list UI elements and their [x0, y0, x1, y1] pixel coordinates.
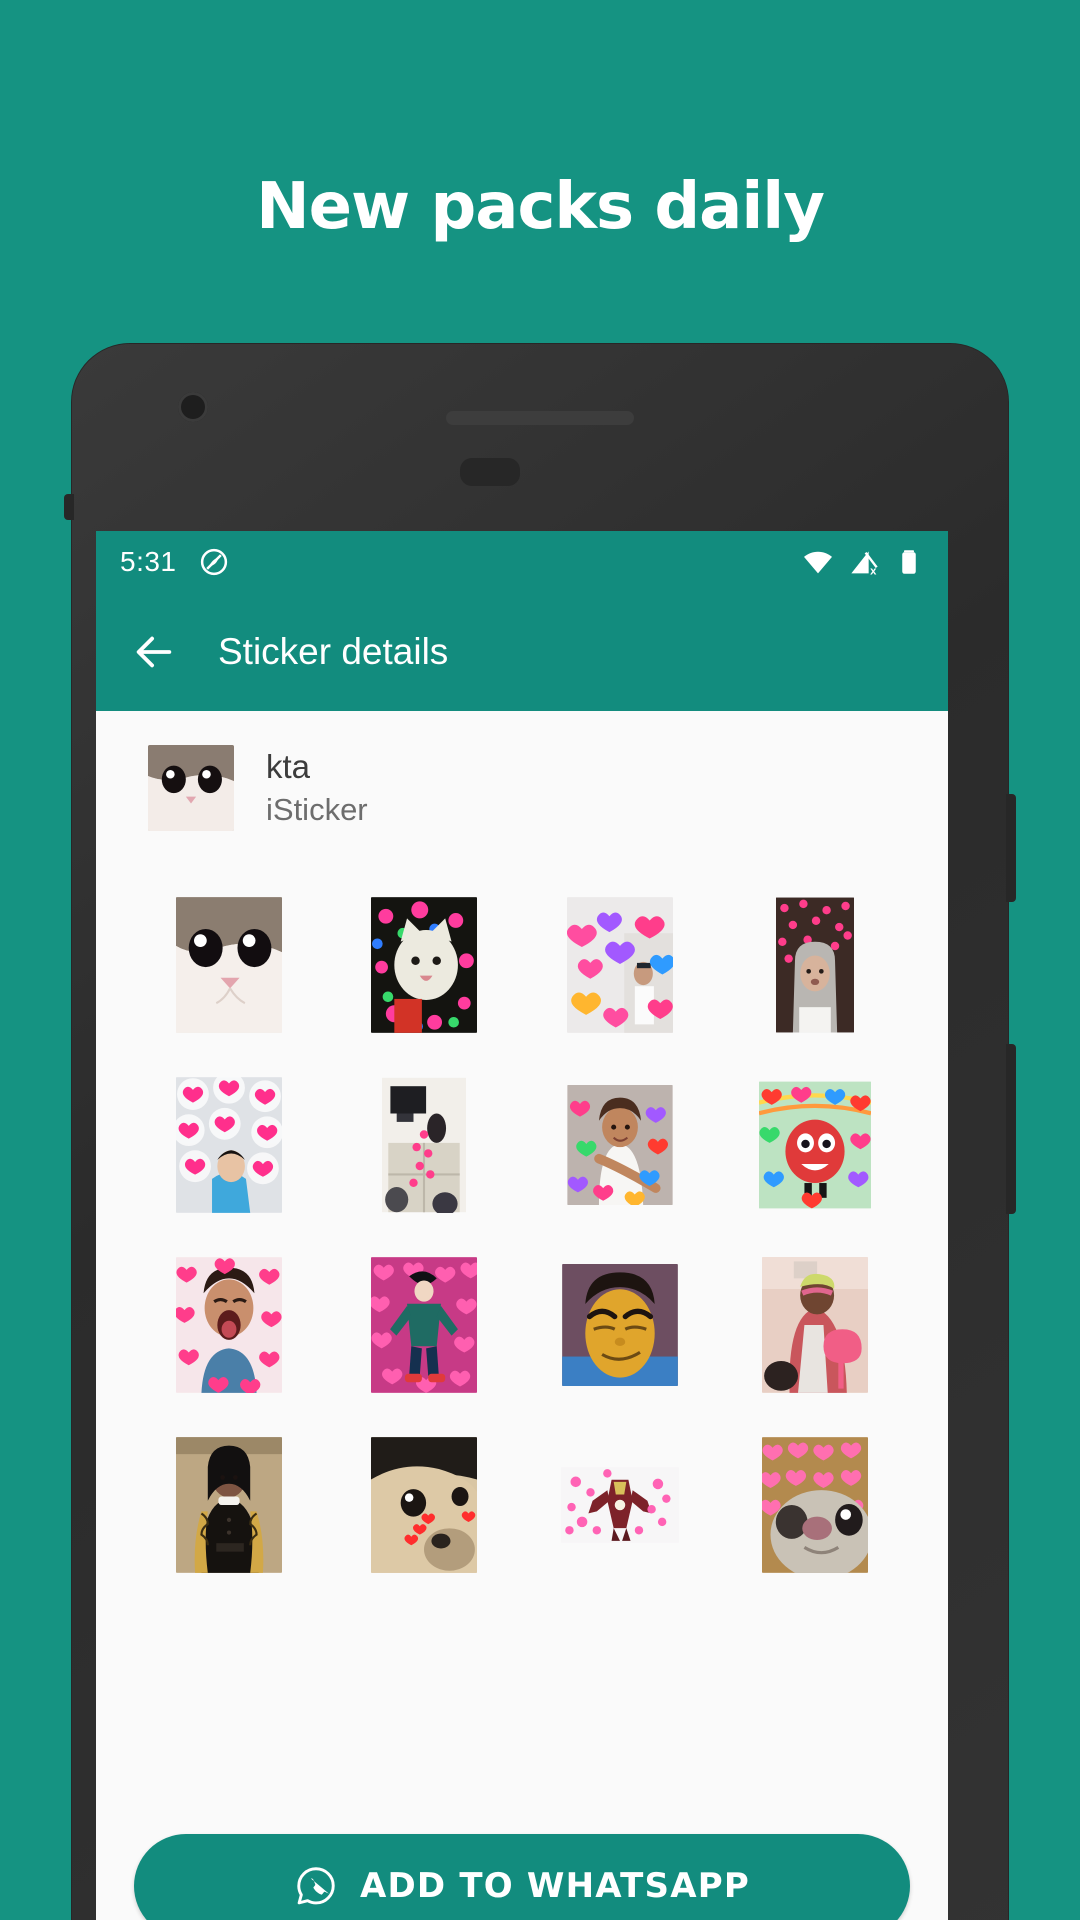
sticker-art-8	[759, 1081, 872, 1209]
sticker-art-6	[382, 1077, 467, 1213]
back-arrow-icon	[131, 629, 177, 675]
sticker-item[interactable]	[332, 1437, 518, 1573]
sticker-art-14	[371, 1437, 478, 1573]
sticker-art-9	[175, 1257, 282, 1393]
sticker-item[interactable]	[723, 1257, 909, 1393]
sticker-art-10	[371, 1257, 478, 1393]
sticker-item[interactable]	[723, 897, 909, 1033]
status-time: 5:31	[120, 546, 177, 577]
sticker-item[interactable]	[136, 897, 322, 1033]
sticker-item[interactable]	[527, 1077, 713, 1213]
volume-button[interactable]	[1006, 794, 1016, 902]
sticker-art-7	[567, 1085, 673, 1205]
cellular-off-icon: x	[848, 546, 880, 578]
sticker-art-13	[175, 1437, 282, 1573]
do-not-disturb-icon	[199, 547, 229, 577]
whatsapp-icon	[294, 1864, 338, 1908]
sticker-item[interactable]	[527, 897, 713, 1033]
sensor-housing	[460, 458, 520, 486]
svg-text:x: x	[870, 566, 877, 578]
page-title: New packs daily	[256, 170, 825, 244]
add-to-whatsapp-label: ADD TO WHATSAPP	[360, 1866, 750, 1906]
earpiece-speaker	[446, 411, 634, 425]
cta-container: ADD TO WHATSAPP	[96, 1834, 948, 1920]
sticker-art-11	[561, 1264, 678, 1386]
status-bar: 5:31 x	[96, 531, 948, 593]
add-to-whatsapp-button[interactable]: ADD TO WHATSAPP	[134, 1834, 910, 1920]
wifi-icon	[802, 546, 834, 578]
phone-left-nub	[64, 494, 74, 520]
pack-meta: kta iSticker	[266, 748, 368, 828]
sticker-item[interactable]	[723, 1077, 909, 1213]
pack-name: kta	[266, 748, 311, 786]
sticker-item[interactable]	[136, 1437, 322, 1573]
pack-thumbnail	[148, 745, 234, 831]
battery-full-icon	[894, 547, 924, 577]
sticker-art-12	[762, 1257, 869, 1393]
sticker-item[interactable]	[332, 1077, 518, 1213]
sticker-item[interactable]	[723, 1437, 909, 1573]
sticker-item[interactable]	[136, 1077, 322, 1213]
sticker-art-15	[560, 1467, 679, 1543]
sticker-item[interactable]	[527, 1257, 713, 1393]
crying-cat-thumbnail-art	[148, 745, 234, 831]
toolbar-title: Sticker details	[218, 631, 449, 672]
sticker-item[interactable]	[527, 1437, 713, 1573]
sticker-art-1	[175, 897, 282, 1033]
pack-publisher: iSticker	[266, 792, 368, 828]
status-right-icons: x	[802, 546, 924, 578]
phone-mockup: 5:31 x Sticker details kta iSticker ADD …	[64, 344, 1016, 1920]
sticker-item[interactable]	[136, 1257, 322, 1393]
sticker-grid	[96, 861, 948, 1573]
back-button[interactable]	[116, 614, 192, 690]
status-left-icons	[199, 547, 229, 577]
sticker-item[interactable]	[332, 897, 518, 1033]
phone-screen: 5:31 x Sticker details kta iSticker ADD …	[96, 531, 948, 1920]
sticker-art-3	[566, 897, 673, 1033]
front-camera-icon	[178, 392, 208, 422]
sticker-art-16	[762, 1437, 869, 1573]
sticker-art-2	[371, 897, 478, 1033]
sticker-art-4	[776, 897, 855, 1033]
sticker-art-5	[175, 1077, 282, 1213]
app-toolbar: Sticker details	[96, 593, 948, 711]
sticker-item[interactable]	[332, 1257, 518, 1393]
pack-header[interactable]: kta iSticker	[96, 711, 948, 861]
power-button[interactable]	[1006, 1044, 1016, 1214]
